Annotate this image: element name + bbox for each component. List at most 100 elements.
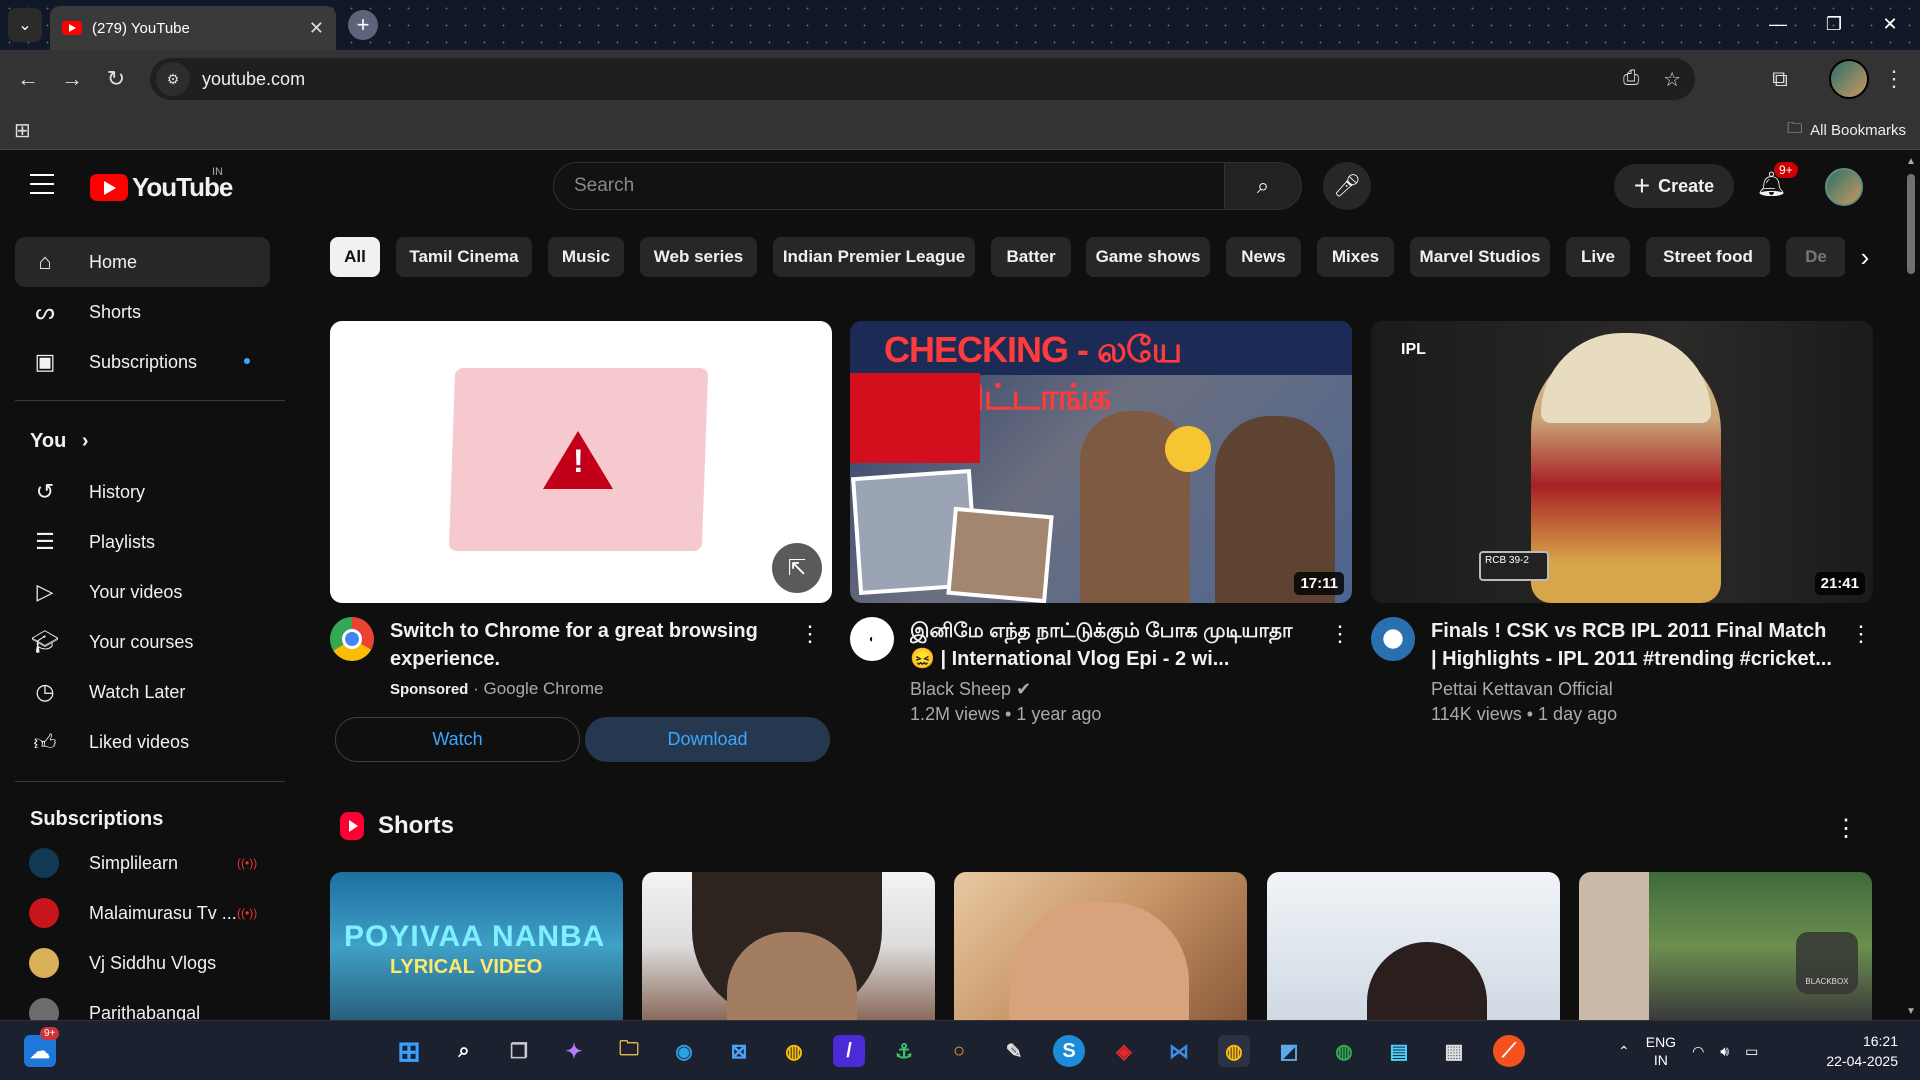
search-button[interactable]: ⌕: [1224, 162, 1302, 210]
external-link-icon[interactable]: ⇱: [772, 543, 822, 593]
short-thumbnail[interactable]: BLACKBOX: [1579, 872, 1872, 1020]
chip-more[interactable]: De: [1786, 237, 1846, 277]
voice-search-button[interactable]: 🎤︎: [1323, 162, 1371, 210]
short-thumbnail[interactable]: [954, 872, 1247, 1020]
channel-avatar[interactable]: ◐: [850, 617, 894, 661]
scroll-down-icon[interactable]: ▼: [1906, 1006, 1916, 1017]
chrome-icon[interactable]: ◍: [778, 1035, 810, 1067]
extensions-icon[interactable]: ⧉: [1764, 63, 1796, 95]
subscription-item[interactable]: Vj Siddhu Vlogs: [15, 938, 270, 988]
tab-search-button[interactable]: ⌄: [8, 8, 42, 42]
short-thumbnail[interactable]: [642, 872, 935, 1020]
skype-icon[interactable]: S: [1053, 1035, 1085, 1067]
chip-news[interactable]: News: [1226, 237, 1301, 277]
sidebar-item-subscriptions[interactable]: ▣ Subscriptions: [15, 337, 270, 387]
language-indicator[interactable]: ENG IN: [1646, 1033, 1676, 1069]
chip-tamil-cinema[interactable]: Tamil Cinema: [396, 237, 532, 277]
sidebar-item-liked-videos[interactable]: 👍︎ Liked videos: [15, 717, 270, 767]
app-icon[interactable]: ○: [943, 1035, 975, 1067]
sidebar-item-playlists[interactable]: ☰ Playlists: [15, 517, 270, 567]
browser-tab[interactable]: (279) YouTube ✕: [50, 6, 336, 50]
app-icon[interactable]: ▦: [1438, 1035, 1470, 1067]
reload-icon[interactable]: ↻: [100, 63, 132, 95]
copilot-icon[interactable]: ✦: [558, 1035, 590, 1067]
chip-batter[interactable]: Batter: [991, 237, 1071, 277]
forward-icon[interactable]: →: [56, 63, 88, 95]
volume-icon[interactable]: 🔊︎: [1720, 1043, 1729, 1060]
sidebar-item-history[interactable]: ↺ History: [15, 467, 270, 517]
sidebar-item-your-courses[interactable]: 🎓︎ Your courses: [15, 617, 270, 667]
create-button[interactable]: + Create: [1614, 164, 1734, 208]
sidebar-item-shorts[interactable]: ᔕ Shorts: [15, 287, 270, 337]
all-bookmarks-button[interactable]: 🗀 All Bookmarks: [1787, 118, 1906, 143]
subscription-item[interactable]: Parithabangal: [15, 988, 270, 1020]
account-avatar[interactable]: [1825, 168, 1863, 206]
chip-ipl[interactable]: Indian Premier League: [773, 237, 975, 277]
channel-name[interactable]: Black Sheep: [910, 679, 1011, 699]
store-icon[interactable]: ⊠: [723, 1035, 755, 1067]
clock[interactable]: 16:21 22-04-2025: [1818, 1031, 1898, 1071]
search-icon[interactable]: ⌕: [448, 1035, 480, 1067]
chip-web-series[interactable]: Web series: [640, 237, 757, 277]
blackbox-widget[interactable]: BLACKBOX: [1796, 932, 1858, 994]
subscriptions-heading[interactable]: Subscriptions: [30, 808, 163, 831]
search-input[interactable]: Search: [553, 162, 1225, 210]
scroll-up-icon[interactable]: ▲: [1906, 156, 1916, 167]
menu-kebab-icon[interactable]: ⋮: [1878, 63, 1910, 95]
notepad-icon[interactable]: ▤: [1383, 1035, 1415, 1067]
more-options-icon[interactable]: ⋮: [1849, 621, 1873, 647]
short-thumbnail[interactable]: [1267, 872, 1560, 1020]
subscription-item[interactable]: Malaimurasu Tv ... ((•)): [15, 888, 270, 938]
channel-avatar[interactable]: [1371, 617, 1415, 661]
app-icon[interactable]: ◩: [1273, 1035, 1305, 1067]
battery-icon[interactable]: ▭: [1745, 1043, 1758, 1060]
chip-music[interactable]: Music: [548, 237, 624, 277]
profile-avatar[interactable]: [1829, 59, 1869, 99]
hamburger-menu-icon[interactable]: [30, 174, 54, 194]
chevron-right-icon[interactable]: ›: [1845, 237, 1885, 277]
chrome-active-icon[interactable]: ◍: [1218, 1035, 1250, 1067]
chip-marvel-studios[interactable]: Marvel Studios: [1410, 237, 1550, 277]
edge-icon[interactable]: ◉: [668, 1035, 700, 1067]
chip-game-shows[interactable]: Game shows: [1086, 237, 1210, 277]
url-text[interactable]: youtube.com: [202, 69, 305, 90]
back-icon[interactable]: ←: [12, 63, 44, 95]
close-tab-icon[interactable]: ✕: [309, 18, 324, 39]
app-icon[interactable]: ⟋: [1493, 1035, 1525, 1067]
subscription-item[interactable]: Simplilearn ((•)): [15, 838, 270, 888]
notepad-icon[interactable]: ✎: [998, 1035, 1030, 1067]
restore-icon[interactable]: ❐: [1814, 8, 1854, 40]
install-app-icon[interactable]: ⎙: [1623, 67, 1639, 92]
download-button[interactable]: Download: [585, 717, 830, 762]
more-options-icon[interactable]: ⋮: [1328, 621, 1352, 647]
new-tab-button[interactable]: +: [348, 10, 378, 40]
bookmark-star-icon[interactable]: ☆: [1663, 67, 1681, 92]
sidebar-item-watch-later[interactable]: ◷ Watch Later: [15, 667, 270, 717]
chip-all[interactable]: All: [330, 237, 380, 277]
wifi-icon[interactable]: ◠: [1692, 1043, 1704, 1060]
chrome-logo-icon[interactable]: [330, 617, 374, 661]
app-icon[interactable]: /: [833, 1035, 865, 1067]
scrollbar-thumb[interactable]: [1907, 174, 1915, 274]
short-thumbnail[interactable]: POYIVAA NANBA LYRICAL VIDEO: [330, 872, 623, 1020]
sidebar-item-home[interactable]: ⌂ Home: [15, 237, 270, 287]
close-window-icon[interactable]: ✕: [1870, 8, 1910, 40]
sidebar-item-your-videos[interactable]: ▷ Your videos: [15, 567, 270, 617]
task-view-icon[interactable]: ❐: [503, 1035, 535, 1067]
chrome-profile-icon[interactable]: ◍: [1328, 1035, 1360, 1067]
site-info-icon[interactable]: ⚙: [156, 62, 190, 96]
channel-name[interactable]: Pettai Kettavan Official: [1431, 679, 1613, 700]
vscode-icon[interactable]: ⋈: [1163, 1035, 1195, 1067]
minimize-icon[interactable]: —: [1758, 8, 1798, 40]
ad-thumbnail[interactable]: ⇱: [330, 321, 832, 603]
video-thumbnail[interactable]: CHECKING - லயே புடிச்சிட்டாங்க 17:11: [850, 321, 1352, 603]
page-scrollbar[interactable]: ▲ ▼: [1904, 156, 1918, 1020]
more-options-icon[interactable]: ⋮: [798, 621, 822, 647]
start-icon[interactable]: ⊞: [393, 1035, 425, 1067]
chip-street-food[interactable]: Street food: [1646, 237, 1770, 277]
chevron-up-icon[interactable]: ⌃: [1618, 1043, 1630, 1060]
video-title[interactable]: இனிமே எந்த நாட்டுக்கும் போக முடியாதா 😖 |…: [910, 617, 1315, 673]
you-section-heading[interactable]: You ›: [30, 430, 89, 453]
watch-button[interactable]: Watch: [335, 717, 580, 762]
app-icon[interactable]: ⚓︎: [888, 1035, 920, 1067]
